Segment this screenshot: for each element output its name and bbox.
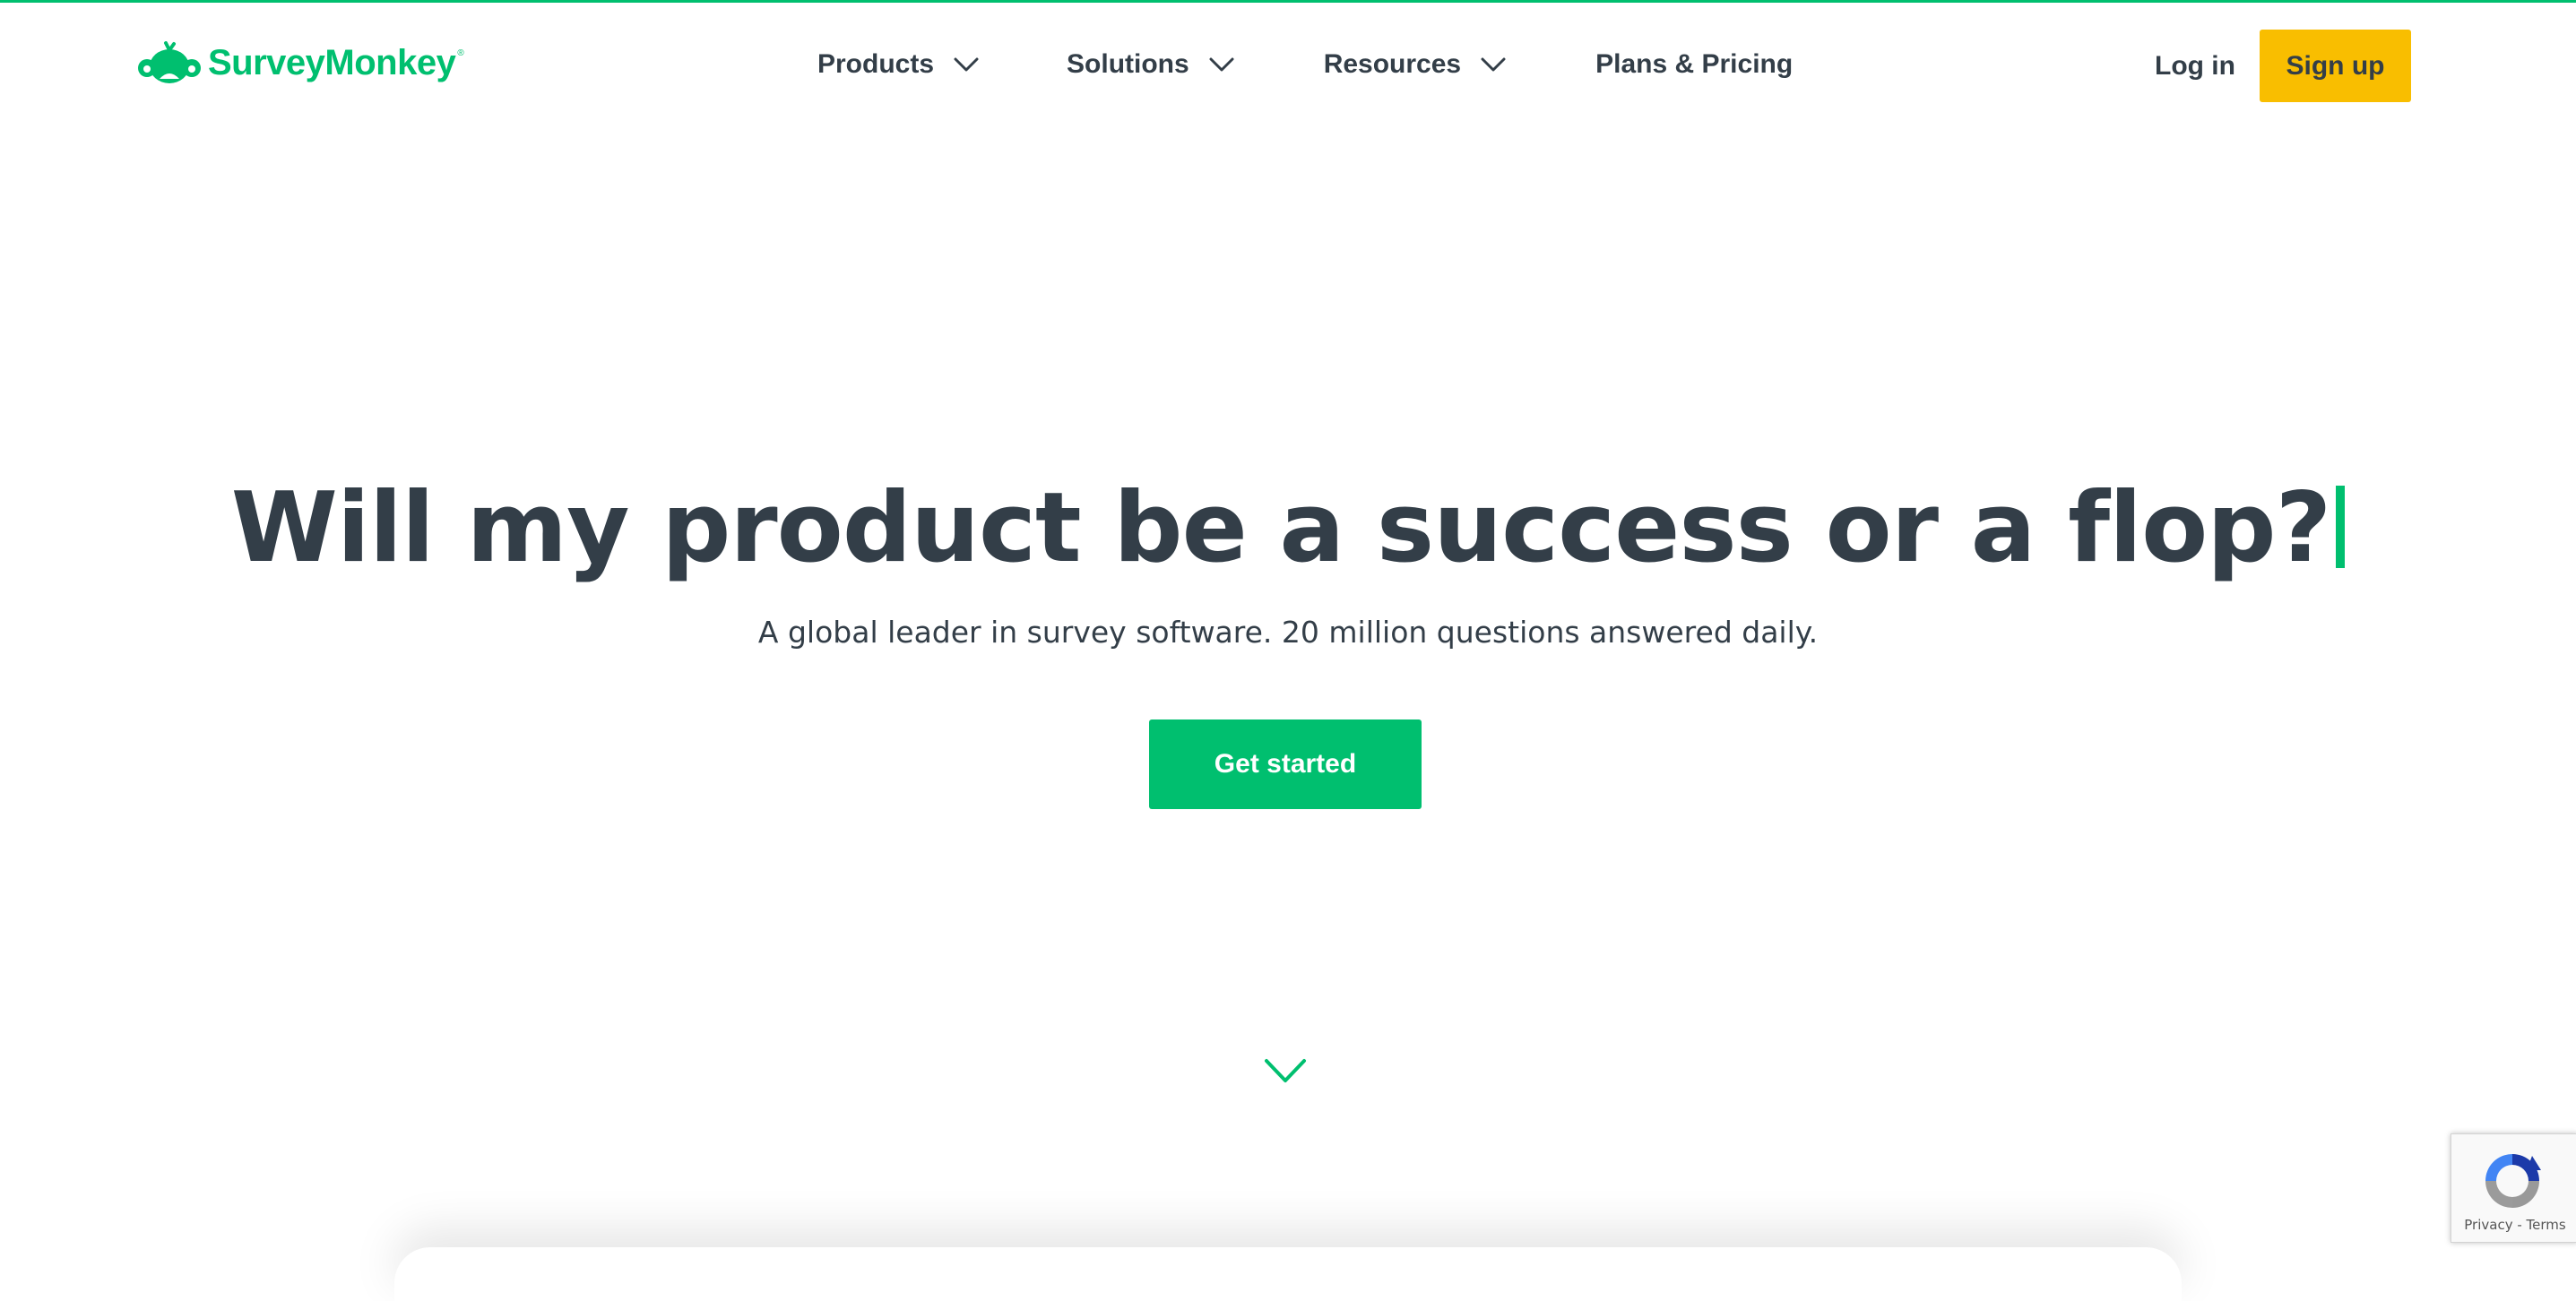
hero-subtitle: A global leader in survey software. 20 m… <box>757 615 1819 650</box>
surveymonkey-logo[interactable]: SurveyMonkey ® <box>136 38 464 88</box>
top-accent-line <box>0 0 2576 3</box>
nav-item-solutions[interactable]: Solutions <box>1067 39 1234 90</box>
privacy-link[interactable]: Privacy <box>2464 1217 2512 1233</box>
terms-link[interactable]: Terms <box>2527 1217 2566 1233</box>
login-link[interactable]: Log in <box>2155 39 2235 93</box>
recaptcha-badge[interactable]: Privacy - Terms <box>2451 1133 2576 1243</box>
brand-name: SurveyMonkey <box>208 43 456 82</box>
chevron-down-icon <box>954 56 979 73</box>
chevron-down-icon <box>1209 56 1234 73</box>
chevron-down-icon <box>1481 56 1506 73</box>
nav-item-plans-pricing[interactable]: Plans & Pricing <box>1595 39 1793 90</box>
recaptcha-links: Privacy - Terms <box>2451 1217 2576 1233</box>
content-card-edge <box>394 1247 2182 1301</box>
hero-title-text: Will my product be a success or a flop? <box>230 472 2331 584</box>
nav-label-products: Products <box>817 49 935 79</box>
nav-label-resources: Resources <box>1323 49 1462 79</box>
signup-button[interactable]: Sign up <box>2260 30 2411 102</box>
nav-label-plans-pricing: Plans & Pricing <box>1595 49 1794 79</box>
get-started-button[interactable]: Get started <box>1149 719 1422 809</box>
main-nav: Products Solutions Resources Plans & Pri… <box>817 39 1793 90</box>
registered-mark: ® <box>457 48 464 58</box>
hero-title: Will my product be a success or a flop? <box>0 466 2576 591</box>
nav-item-products[interactable]: Products <box>817 39 979 90</box>
nav-label-solutions: Solutions <box>1067 49 1189 79</box>
typing-cursor <box>2336 486 2346 568</box>
recaptcha-icon <box>2477 1147 2548 1215</box>
monkey-logo-icon <box>136 41 203 84</box>
link-separator: - <box>2512 1217 2527 1233</box>
nav-item-resources[interactable]: Resources <box>1324 39 1506 90</box>
scroll-down-chevron-icon[interactable] <box>1263 1055 1308 1088</box>
